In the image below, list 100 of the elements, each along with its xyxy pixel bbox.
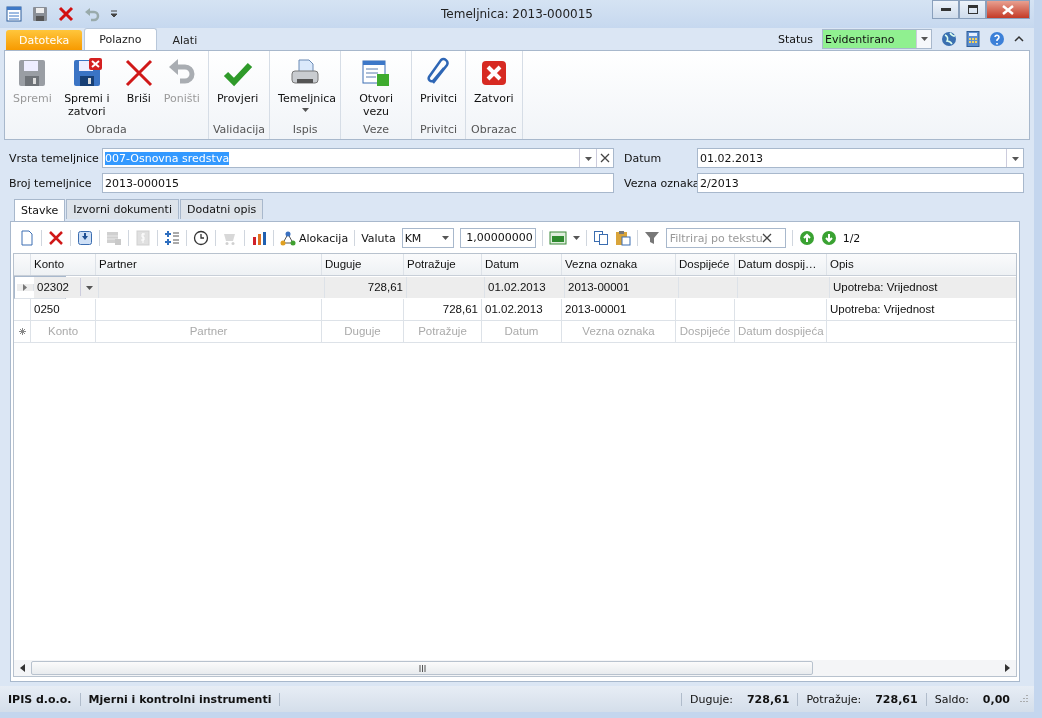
total-label: Saldo: <box>934 692 969 706</box>
table-cell: 0250 <box>31 299 96 320</box>
text-field[interactable]: 2/2013 <box>697 173 1024 193</box>
table-cell <box>679 277 738 298</box>
date-field[interactable]: 01.02.2013 <box>697 148 1024 168</box>
column-header[interactable]: Konto <box>31 254 96 275</box>
caret-icon <box>920 37 928 41</box>
clear-icon[interactable] <box>761 233 772 243</box>
ribbon-button[interactable]: Spremi i zatvori <box>55 51 118 123</box>
globe-icon[interactable] <box>941 31 957 47</box>
arrow-up-icon[interactable] <box>798 230 815 246</box>
column-header[interactable]: Datum <box>482 254 562 275</box>
currency-label: Valuta <box>361 231 396 245</box>
close-icon <box>1002 4 1014 15</box>
scroll-left-icon[interactable] <box>20 664 25 672</box>
group-label: Validacija <box>212 123 266 138</box>
maximize-button[interactable] <box>959 0 986 19</box>
page-counter: 1/2 <box>842 231 861 245</box>
download-icon[interactable] <box>77 230 93 246</box>
collapse-icon[interactable] <box>1014 35 1024 43</box>
ribbon-tab[interactable]: Polazno <box>84 28 157 50</box>
minimize-icon <box>940 7 951 12</box>
total-label: Potražuje: <box>806 692 862 706</box>
ribbon-tab[interactable]: Alati <box>158 30 212 50</box>
group-label: Veze <box>362 123 391 138</box>
text-field[interactable]: 2013-000015 <box>102 173 614 193</box>
current-row-icon <box>23 284 27 291</box>
delete-icon[interactable] <box>48 230 64 246</box>
filter-icon[interactable] <box>643 230 660 246</box>
group-label: Obrazac <box>470 123 518 138</box>
tab[interactable]: Stavke <box>14 199 66 221</box>
copy-icon[interactable] <box>592 230 609 246</box>
delete-icon[interactable] <box>58 6 74 22</box>
table-cell: 2013-00001 <box>565 277 679 298</box>
allocation-button[interactable]: Alokacija <box>280 230 349 246</box>
caret-icon[interactable] <box>572 236 580 240</box>
column-header[interactable]: Opis <box>827 254 1013 275</box>
document-description: Mjerni i kontrolni instrumenti <box>80 692 281 706</box>
column-header[interactable]: Dospijeće <box>676 254 735 275</box>
horizontal-scrollbar[interactable] <box>14 660 1016 676</box>
chart-icon[interactable] <box>251 230 267 246</box>
table-cell: 2013-00001 <box>562 299 676 320</box>
maximize-icon <box>967 5 978 14</box>
table-cell: Upotreba: Vrijednost <box>830 277 1016 298</box>
save-icon[interactable] <box>32 6 48 22</box>
group-label: Privitci <box>419 123 459 138</box>
window-title: Temeljnica: 2013-000015 <box>441 7 593 21</box>
ribbon-button[interactable]: Zatvori <box>470 51 518 123</box>
clock-icon[interactable] <box>193 230 209 246</box>
rate-field[interactable]: 1,00000000 <box>459 228 536 248</box>
scroll-right-icon[interactable] <box>1005 664 1010 672</box>
new-document-icon[interactable] <box>19 230 35 246</box>
table-cell: 01.02.2013 <box>485 277 565 298</box>
arrow-down-icon[interactable] <box>820 230 837 246</box>
list-add-icon[interactable] <box>164 230 180 246</box>
table-cell: 728,61 <box>404 299 482 320</box>
row-selector[interactable] <box>17 284 34 291</box>
caret-icon <box>441 236 449 240</box>
column-header[interactable]: Duguje <box>322 254 404 275</box>
column-header[interactable]: Datum dospij… <box>735 254 827 275</box>
spreadsheet-icon[interactable] <box>548 230 567 246</box>
group-label: Obrada <box>85 123 128 138</box>
table-cell: 01.02.2013 <box>482 299 562 320</box>
filter-field[interactable]: Filtriraj po tekstu <box>665 228 786 248</box>
ribbon-button[interactable]: Privitci <box>416 51 462 123</box>
grip-icon <box>418 664 426 672</box>
total-value: 728,61 <box>746 692 790 706</box>
tab[interactable]: Dodatni opis <box>179 199 264 219</box>
customize-icon[interactable] <box>110 10 118 18</box>
total-value: 0,00 <box>982 692 1010 706</box>
group-label: Ispis <box>291 123 319 138</box>
table-cell: 02302 <box>34 277 99 298</box>
field-label: Broj temeljnice <box>9 176 93 190</box>
form-icon[interactable] <box>6 6 22 22</box>
close-button[interactable] <box>986 0 1030 19</box>
ribbon-button[interactable]: Briši <box>117 51 160 123</box>
table-cell: 728,61 <box>325 277 407 298</box>
column-header[interactable]: Potražuje <box>404 254 482 275</box>
status-label: Status <box>777 32 813 46</box>
company-name: IPIS d.o.o. <box>0 692 81 706</box>
ribbon-button[interactable]: Otvori vezu <box>345 51 408 123</box>
paste-icon[interactable] <box>614 230 631 246</box>
ribbon-button[interactable]: Provjeri <box>212 51 263 123</box>
column-header[interactable]: Vezna oznaka <box>562 254 676 275</box>
network-icon <box>280 230 296 246</box>
resize-grip-icon <box>1018 694 1028 704</box>
minimize-button[interactable] <box>932 0 959 19</box>
calculator-icon[interactable] <box>966 31 980 47</box>
new-row-icon <box>18 328 26 335</box>
column-header[interactable]: Partner <box>96 254 322 275</box>
table-cell-text: Upotreba: Vrijednost <box>829 302 936 317</box>
total-label: Duguje: <box>690 692 733 706</box>
field-label: Datum <box>624 151 663 165</box>
field-label: Vrsta temeljnice <box>9 151 100 165</box>
help-icon[interactable] <box>989 31 1005 47</box>
total-value: 728,61 <box>875 692 918 706</box>
tab[interactable]: Izvorni dokumenti <box>66 199 179 219</box>
currency-dropdown[interactable]: KM <box>401 228 454 248</box>
status-dropdown[interactable]: Evidentirano <box>822 29 932 49</box>
ribbon-button[interactable]: Temeljnica <box>274 51 337 123</box>
